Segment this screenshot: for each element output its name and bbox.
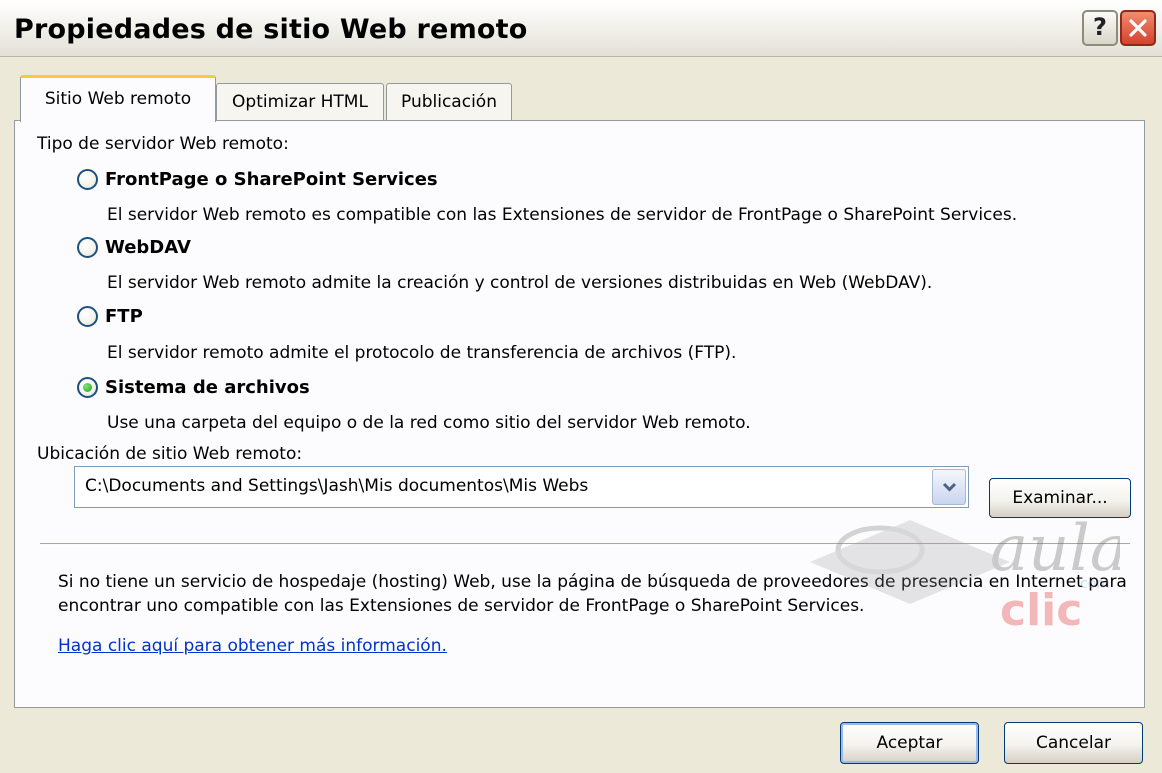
- tab-panel: Tipo de servidor Web remoto: FrontPage o…: [14, 120, 1145, 708]
- option-sistema-archivos-label[interactable]: Sistema de archivos: [105, 377, 310, 398]
- option-ftp-description: El servidor remoto admite el protocolo d…: [107, 343, 737, 363]
- close-button[interactable]: [1120, 10, 1156, 46]
- option-ftp-label[interactable]: FTP: [105, 306, 143, 327]
- tab-publicacion[interactable]: Publicación: [386, 83, 512, 121]
- help-icon: ?: [1093, 13, 1107, 41]
- radio-ftp[interactable]: [77, 306, 98, 327]
- tab-sitio-web-remoto[interactable]: Sitio Web remoto: [20, 75, 216, 122]
- option-sistema-archivos-description: Use una carpeta del equipo o de la red c…: [107, 413, 751, 433]
- server-type-heading: Tipo de servidor Web remoto:: [37, 134, 289, 154]
- radio-webdav[interactable]: [77, 237, 98, 258]
- option-frontpage-label[interactable]: FrontPage o SharePoint Services: [105, 169, 438, 190]
- location-label: Ubicación de sitio Web remoto:: [37, 444, 303, 464]
- more-info-link[interactable]: Haga clic aquí para obtener más informac…: [58, 636, 447, 656]
- cancel-button[interactable]: Cancelar: [1004, 722, 1143, 764]
- help-button[interactable]: ?: [1082, 10, 1118, 46]
- dialog-window: Propiedades de sitio Web remoto ? Sitio …: [0, 0, 1162, 773]
- location-value: C:\Documents and Settings\Jash\Mis docum…: [85, 476, 589, 496]
- ok-button[interactable]: Aceptar: [840, 722, 979, 764]
- option-webdav-description: El servidor Web remoto admite la creació…: [107, 273, 933, 293]
- title-bar[interactable]: Propiedades de sitio Web remoto ?: [0, 0, 1162, 57]
- radio-sistema-archivos[interactable]: [77, 377, 98, 398]
- chevron-down-icon: [942, 482, 957, 492]
- separator: [40, 543, 1130, 547]
- close-icon: [1129, 19, 1147, 37]
- dropdown-button[interactable]: [932, 469, 966, 505]
- hosting-info-text: Si no tiene un servicio de hospedaje (ho…: [58, 572, 1127, 616]
- tab-optimizar-html[interactable]: Optimizar HTML: [216, 83, 384, 121]
- window-title: Propiedades de sitio Web remoto: [14, 14, 528, 45]
- option-webdav-label[interactable]: WebDAV: [105, 237, 191, 258]
- browse-button[interactable]: Examinar...: [989, 478, 1131, 518]
- radio-selected-dot: [83, 383, 92, 392]
- radio-frontpage[interactable]: [77, 169, 98, 190]
- option-frontpage-description: El servidor Web remoto es compatible con…: [107, 205, 1018, 225]
- location-combobox[interactable]: C:\Documents and Settings\Jash\Mis docum…: [74, 466, 969, 508]
